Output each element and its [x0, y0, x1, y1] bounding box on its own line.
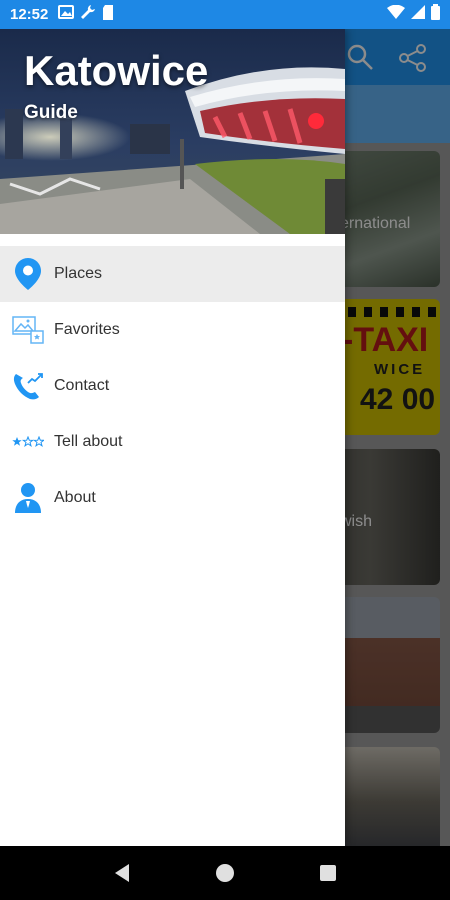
- person-icon: [12, 482, 44, 514]
- back-icon[interactable]: [102, 853, 142, 893]
- menu-item-label: Contact: [54, 377, 110, 394]
- menu-item-label: Favorites: [54, 321, 120, 338]
- image-icon: [58, 5, 75, 24]
- rating-stars-icon: [12, 426, 44, 458]
- menu-item-about[interactable]: About: [0, 470, 345, 526]
- drawer-title: Katowice: [24, 47, 209, 94]
- home-icon[interactable]: [205, 853, 245, 893]
- menu-item-label: Places: [54, 265, 103, 282]
- menu-item-places[interactable]: Places: [0, 246, 345, 302]
- system-nav-bar: [0, 846, 450, 900]
- menu-item-contact[interactable]: Contact: [0, 358, 345, 414]
- status-bar: 12:52: [0, 0, 450, 29]
- menu-item-label: Tell about: [54, 433, 123, 450]
- drawer-menu: Places Favorites Contact Tell about Abou…: [0, 246, 345, 526]
- menu-item-tell-about[interactable]: Tell about: [0, 414, 345, 470]
- phone-icon: [12, 370, 44, 402]
- signal-icon: [411, 5, 425, 24]
- recents-icon[interactable]: [308, 853, 348, 893]
- menu-item-label: About: [54, 489, 96, 506]
- navigation-drawer: Katowice Guide Places Favorites Contact: [0, 29, 345, 846]
- menu-item-favorites[interactable]: Favorites: [0, 302, 345, 358]
- battery-icon: [431, 4, 440, 25]
- wrench-icon: [80, 4, 96, 25]
- favorites-icon: [12, 314, 44, 346]
- location-pin-icon: [12, 258, 44, 290]
- wifi-icon: [387, 4, 405, 24]
- status-time: 12:52: [10, 6, 49, 23]
- drawer-header: Katowice Guide: [0, 29, 345, 234]
- sd-card-icon: [102, 4, 114, 25]
- drawer-subtitle: Guide: [24, 102, 78, 123]
